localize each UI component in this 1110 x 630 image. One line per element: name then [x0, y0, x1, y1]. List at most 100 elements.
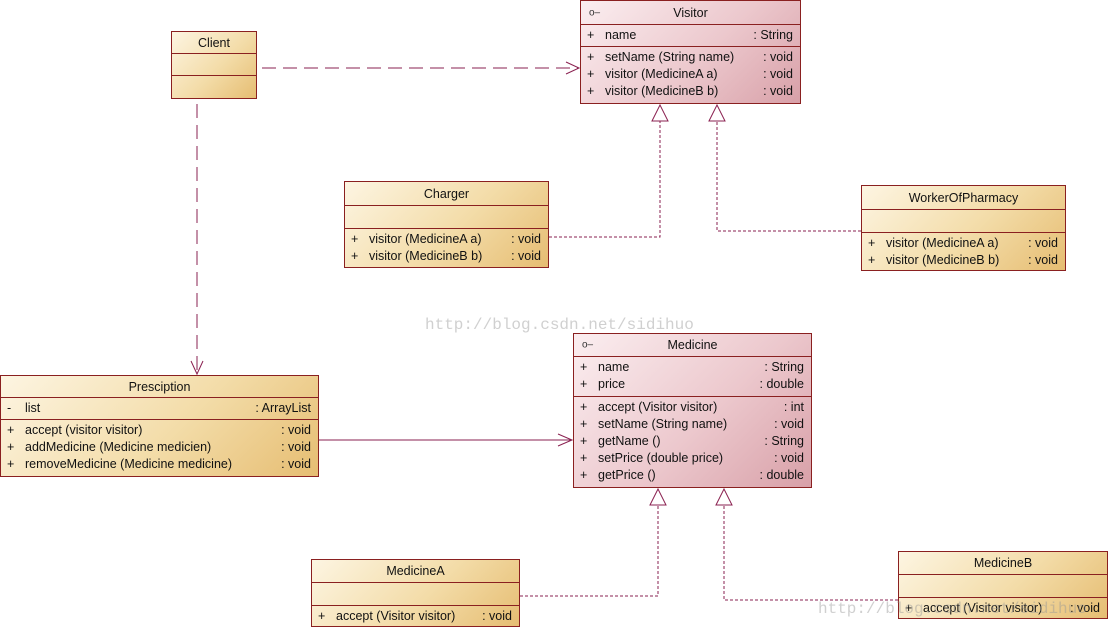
methods-compartment: + setName (String name): void + visitor (Me…	[581, 47, 800, 105]
class-name: MedicineB	[973, 556, 1033, 570]
method-row: + setName (String name): void	[581, 49, 800, 66]
class-header: WorkerOfPharmacy	[862, 186, 1065, 210]
attributes-compartment: + name: String + price: double	[574, 357, 811, 397]
member-name: getName ()	[598, 434, 661, 448]
methods-compartment: + visitor (MedicineA a): void + visitor (Me…	[862, 233, 1065, 272]
methods-compartment: + accept (Visitor visitor): int + setName (…	[574, 397, 811, 489]
method-row: + setPrice (double price): void	[574, 450, 811, 467]
class-header: MedicineA	[312, 560, 519, 583]
visibility: +	[868, 253, 876, 267]
interface-icon: o–	[589, 7, 601, 18]
visibility: +	[7, 440, 15, 454]
method-row: + getName () : String	[574, 433, 811, 450]
member-type: : void	[1028, 236, 1058, 250]
interface-icon: o–	[582, 339, 594, 351]
member-name: getPrice ()	[598, 468, 656, 482]
member-name: visitor (MedicineB b)	[369, 249, 483, 263]
realization-triangle	[708, 103, 726, 122]
class-medicineA[interactable]: MedicineA + accept (Visitor visitor): void	[311, 559, 520, 627]
member-type: : String	[764, 434, 804, 448]
visibility: +	[7, 457, 15, 471]
visibility: +	[580, 360, 588, 374]
method-row: + removeMedicine (Medicine medicine): voi…	[1, 456, 318, 473]
class-charger[interactable]: Charger + visitor (MedicineA a) : void + visi…	[344, 181, 549, 268]
member-type: : void	[281, 457, 311, 471]
class-header: o– Visitor	[581, 1, 800, 25]
member-type: : void	[281, 440, 311, 454]
visibility: +	[318, 609, 326, 623]
connectors	[190, 61, 898, 601]
class-name: MedicineA	[386, 564, 445, 578]
class-header: Charger	[345, 182, 548, 206]
class-header: MedicineB	[899, 552, 1107, 575]
member-name: setName (String name)	[598, 417, 728, 431]
realization-medicineB-medicine	[723, 505, 898, 601]
class-medicineB[interactable]: MedicineB + accept (Visitor visitor): void	[898, 551, 1108, 619]
member-type: : void	[281, 423, 311, 437]
visibility: +	[580, 417, 588, 431]
member-type: : void	[1070, 601, 1100, 615]
class-worker[interactable]: WorkerOfPharmacy + visitor (MedicineA a): …	[861, 185, 1066, 271]
realization-charger-visitor	[549, 121, 661, 238]
class-visitor[interactable]: o– Visitor + name: String + setName (String n…	[580, 0, 801, 104]
method-row: + visitor (MedicineA a): void	[862, 235, 1065, 252]
visibility: +	[580, 400, 588, 414]
member-name: visitor (MedicineA a)	[369, 232, 482, 246]
attributes-compartment	[172, 54, 256, 76]
realization-triangle	[649, 487, 667, 506]
class-name: Charger	[423, 186, 470, 201]
class-prescription[interactable]: Presciption - list: ArrayList + accept (visi…	[0, 375, 319, 477]
member-name: name	[598, 360, 630, 374]
visibility: +	[580, 451, 588, 465]
attributes-compartment	[312, 583, 519, 606]
realization-triangle	[715, 487, 733, 506]
member-type: : void	[511, 249, 541, 263]
class-name: Medicine	[667, 338, 718, 352]
method-row: + accept (Visitor visitor): void	[899, 600, 1107, 617]
member-type: : void	[763, 50, 793, 64]
member-type: : String	[764, 360, 804, 374]
visibility: +	[351, 232, 359, 246]
class-client[interactable]: Client	[171, 31, 257, 99]
attribute-row: + name: String	[581, 27, 800, 44]
member-type: : void	[482, 609, 512, 623]
member-name: name	[605, 28, 637, 42]
method-row: + accept (Visitor visitor): void	[312, 608, 519, 625]
member-type: : void	[763, 67, 793, 81]
member-type: : ArrayList	[255, 401, 311, 415]
method-row: + visitor (MedicineA a): void	[581, 66, 800, 83]
method-row: + accept (Visitor visitor): int	[574, 399, 811, 416]
member-name: price	[598, 377, 626, 391]
methods-compartment: + accept (visitor visitor): void + addMedic…	[1, 420, 318, 478]
member-type: : void	[774, 417, 804, 431]
member-name: visitor (MedicineB b)	[605, 84, 719, 98]
class-medicine[interactable]: o– Medicine + name: String + price: double + ac…	[573, 333, 812, 488]
methods-compartment: + visitor (MedicineA a) : void + visitor (Me…	[345, 229, 548, 269]
visibility: +	[351, 249, 359, 263]
method-row: + visitor (MedicineA a) : void	[345, 231, 548, 248]
visibility: +	[580, 377, 588, 391]
methods-compartment: + accept (Visitor visitor): void	[312, 606, 519, 628]
attribute-row: + price: double	[574, 376, 811, 393]
visibility: +	[587, 28, 595, 42]
member-name: setName (String name)	[605, 50, 735, 64]
class-name: Visitor	[673, 5, 708, 20]
visibility: +	[868, 236, 876, 250]
member-type: : void	[1028, 253, 1058, 267]
member-name: accept (Visitor visitor)	[923, 601, 1043, 615]
attributes-compartment: - list: ArrayList	[1, 398, 318, 420]
visibility: -	[7, 401, 12, 415]
realization-worker-visitor	[716, 121, 861, 232]
member-name: accept (visitor visitor)	[25, 423, 143, 437]
visibility: +	[7, 423, 15, 437]
class-name: Client	[198, 35, 230, 50]
attributes-compartment	[345, 206, 548, 229]
attribute-row: + name : String	[574, 359, 811, 376]
member-name: visitor (MedicineB b)	[886, 253, 1000, 267]
member-name: setPrice (double price)	[598, 451, 724, 465]
class-header: Presciption	[1, 376, 318, 398]
visibility: +	[580, 434, 588, 448]
member-type: : void	[511, 232, 541, 246]
method-row: + visitor (MedicineB b) : void	[345, 248, 548, 265]
method-row: + getPrice (): double	[574, 467, 811, 484]
